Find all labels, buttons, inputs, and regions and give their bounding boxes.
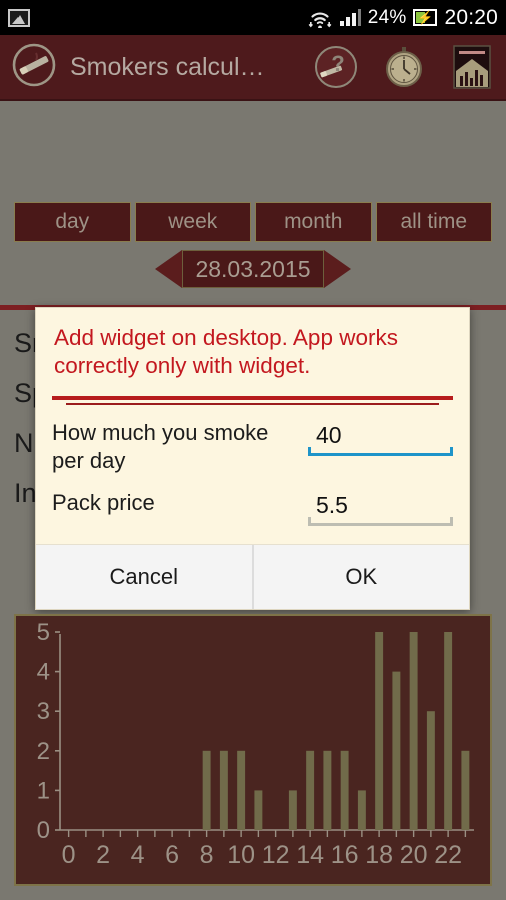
statistics-chart-icon[interactable]	[450, 43, 494, 91]
chart-bar	[306, 750, 315, 830]
chart-ytick-label: 0	[37, 817, 50, 844]
chart-ytick-label: 2	[37, 738, 50, 765]
battery-charging-icon: ⚡	[413, 9, 438, 26]
chart-bar	[202, 750, 211, 830]
action-bar-actions: ?	[314, 43, 506, 91]
help-cigarette-question-icon[interactable]: ?	[314, 45, 358, 89]
smoke-per-day-label: How much you smoke per day	[52, 420, 269, 473]
tab-all-time[interactable]: all time	[375, 202, 492, 242]
pack-price-value[interactable]: 5.5	[308, 491, 453, 519]
smoke-per-day-underline	[308, 447, 453, 456]
smoke-per-day-value[interactable]: 40	[308, 421, 453, 449]
pack-price-field[interactable]: 5.5	[302, 489, 453, 526]
next-date-arrow-icon[interactable]	[323, 250, 351, 288]
chart-ytick-label: 5	[37, 619, 50, 646]
svg-text:?: ?	[331, 51, 344, 76]
chart-xtick-label: 22	[434, 841, 462, 869]
app-screen: 24% ⚡ 20:20 Smokers calcul… ? day week m…	[0, 0, 506, 900]
chart-canvas: 0123450 2 4 6 8 10 12 14 16 18 20 22	[37, 619, 474, 869]
cancel-button[interactable]: Cancel	[36, 545, 252, 609]
app-title: Smokers calcul…	[70, 52, 265, 81]
summary-line-4: In	[14, 478, 37, 508]
chart-bar	[444, 632, 453, 830]
dialog-title-divider-thick	[52, 396, 453, 400]
previous-date-arrow-icon[interactable]	[155, 250, 183, 288]
chart-xtick-label: 0	[62, 841, 76, 869]
dialog-button-bar: Cancel OK	[36, 544, 469, 609]
hourly-smoking-chart: 0 1 2 3 4 5 0 2 4 6 8 10 12 14 16 18 20 22	[14, 614, 492, 886]
dialog-spacer	[36, 526, 469, 544]
chart-xtick-label: 14	[296, 841, 324, 869]
no-smoking-cigarette-icon	[10, 41, 58, 94]
smoke-per-day-field[interactable]: 40	[302, 419, 453, 456]
chart-ytick-label: 1	[37, 777, 50, 804]
chart-bar	[375, 632, 384, 830]
chart-bar	[409, 632, 418, 830]
wifi-icon	[308, 11, 332, 28]
chart-bar	[219, 750, 228, 830]
date-selector: 28.03.2015	[0, 250, 506, 288]
chart-bar	[323, 750, 332, 830]
summary-line-3: N	[14, 428, 34, 458]
chart-xtick-label: 8	[200, 841, 214, 869]
pack-price-label: Pack price	[52, 490, 155, 515]
tab-week[interactable]: week	[134, 202, 251, 242]
chart-bar	[288, 790, 297, 830]
chart-bar	[254, 790, 263, 830]
chart-xtick-label: 6	[165, 841, 179, 869]
status-bar-right: 24% ⚡ 20:20	[308, 7, 498, 28]
ok-button[interactable]: OK	[254, 545, 470, 609]
chart-bar	[237, 750, 246, 830]
chart-ytick-label: 3	[37, 698, 50, 725]
clock-time-label: 20:20	[444, 6, 498, 29]
gallery-image-icon	[8, 8, 30, 27]
chart-xtick-label: 12	[262, 841, 290, 869]
settings-dialog: Add widget on desktop. App works correct…	[35, 307, 470, 610]
chart-bar	[392, 671, 401, 830]
chart-ytick-label: 4	[37, 659, 50, 686]
chart-bar	[340, 750, 349, 830]
current-date-label[interactable]: 28.03.2015	[182, 250, 324, 288]
chart-xtick-label: 4	[131, 841, 145, 869]
chart-xtick-label: 10	[227, 841, 255, 869]
period-tab-row: day week month all time	[0, 202, 506, 242]
chart-xtick-label: 20	[400, 841, 428, 869]
tab-month[interactable]: month	[255, 202, 372, 242]
chart-bar	[461, 750, 470, 830]
chart-xtick-label: 18	[365, 841, 393, 869]
battery-percent-label: 24%	[367, 7, 407, 28]
clock-timer-icon[interactable]	[382, 45, 426, 89]
chart-bar	[357, 790, 366, 830]
status-bar: 24% ⚡ 20:20	[0, 0, 506, 35]
field-row-pack-price: Pack price 5.5	[36, 475, 469, 526]
tab-day[interactable]: day	[14, 202, 131, 242]
field-row-smoke-per-day: How much you smoke per day 40	[36, 405, 469, 475]
status-bar-left	[8, 8, 30, 27]
cellular-signal-icon	[339, 9, 361, 26]
chart-xtick-label: 16	[331, 841, 359, 869]
chart-xtick-label: 2	[96, 841, 110, 869]
chart-bar	[426, 711, 435, 830]
pack-price-underline	[308, 517, 453, 526]
dialog-title: Add widget on desktop. App works correct…	[54, 325, 398, 378]
action-bar: Smokers calcul… ?	[0, 35, 506, 101]
